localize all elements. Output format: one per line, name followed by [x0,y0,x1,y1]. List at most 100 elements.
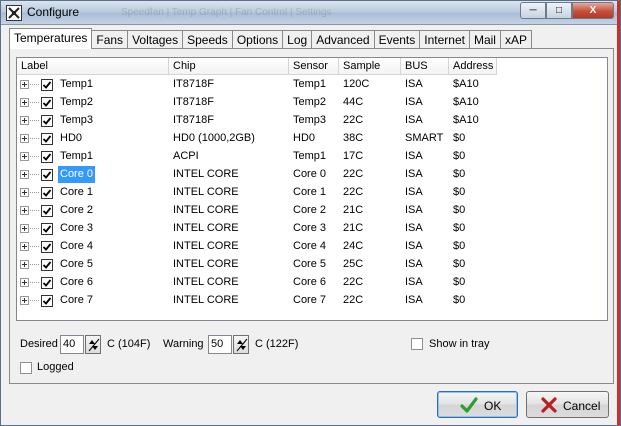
desired-spin-button[interactable] [85,335,101,354]
tab-internet[interactable]: Internet [419,30,470,49]
sensor-label: Temp2 [60,96,94,108]
expand-icon[interactable] [20,152,29,161]
expand-icon[interactable] [20,260,29,269]
column-header-sensor[interactable]: Sensor [289,58,339,75]
sensor-checkbox[interactable] [41,79,53,91]
sensor-cell: HD0 [293,132,316,144]
tab-speeds[interactable]: Speeds [182,30,233,49]
minimize-button[interactable]: ─ [520,2,546,19]
table-row[interactable]: Temp2 IT8718F Temp2 44C ISA $A10 [17,94,497,112]
sensor-checkbox[interactable] [41,169,53,181]
sensor-checkbox[interactable] [41,133,53,145]
sensor-checkbox[interactable] [41,277,53,289]
show-in-tray-label: Show in tray [429,338,490,350]
expand-icon[interactable] [20,242,29,251]
column-header-address[interactable]: Address [449,58,497,75]
table-row[interactable]: Temp3 IT8718F Temp3 22C ISA $A10 [17,112,497,130]
sensor-checkbox[interactable] [41,187,53,199]
table-row[interactable]: Temp1 ACPI Temp1 17C ISA $0 [17,148,497,166]
sensor-checkbox[interactable] [41,259,53,271]
address-cell: $0 [453,294,466,306]
cancel-button[interactable]: Cancel [526,391,609,418]
sensor-checkbox[interactable] [41,151,53,163]
bus-cell: ISA [405,78,423,90]
address-cell: $0 [453,240,466,252]
logged-label: Logged [37,361,74,373]
table-row[interactable]: Core 4 INTEL CORE Core 4 24C ISA $0 [17,238,497,256]
chip-cell: IT8718F [173,96,214,108]
sensor-checkbox[interactable] [41,97,53,109]
sensor-checkbox[interactable] [41,223,53,235]
table-row[interactable]: Core 0 INTEL CORE Core 0 22C ISA $0 [17,166,497,184]
warning-input[interactable]: 50 [208,335,232,354]
table-row[interactable]: Temp1 IT8718F Temp1 120C ISA $A10 [17,76,497,94]
table-row[interactable]: HD0 HD0 (1000,2GB) HD0 38C SMART $0 [17,130,497,148]
column-header-sample[interactable]: Sample [339,58,401,75]
sensor-cell: Core 5 [293,258,327,270]
close-button[interactable]: X [572,2,614,19]
expand-icon[interactable] [20,116,29,125]
checkmark-icon [42,279,52,287]
chip-cell: INTEL CORE [173,240,239,252]
expand-icon[interactable] [20,224,29,233]
tab-options[interactable]: Options [231,30,284,49]
expand-icon[interactable] [20,278,29,287]
table-row[interactable]: Core 6 INTEL CORE Core 6 22C ISA $0 [17,274,497,292]
sensor-checkbox[interactable] [41,115,53,127]
expand-icon[interactable] [20,188,29,197]
sensor-label: Core 2 [60,204,94,216]
tree-connector [30,210,39,211]
tab-events[interactable]: Events [373,30,421,49]
expand-icon[interactable] [20,80,29,89]
tab-log[interactable]: Log [282,30,313,49]
expand-icon[interactable] [20,98,29,107]
table-row[interactable]: Core 5 INTEL CORE Core 5 25C ISA $0 [17,256,497,274]
label-cell: HD0 [17,130,169,148]
checkmark-icon [42,207,52,215]
logged-checkbox[interactable] [20,362,32,374]
ok-button[interactable]: OK [437,391,518,418]
desired-input[interactable]: 40 [60,335,84,354]
sensor-checkbox[interactable] [41,205,53,217]
label-cell: Temp1 [17,76,169,94]
tab-xap[interactable]: xAP [499,30,532,49]
sensor-label: Temp1 [60,150,94,162]
column-header-bus[interactable]: BUS [401,58,449,75]
table-row[interactable]: Core 1 INTEL CORE Core 1 22C ISA $0 [17,184,497,202]
sample-cell: 24C [343,240,364,252]
expand-icon[interactable] [20,296,29,305]
checkmark-icon [42,117,52,125]
table-row[interactable]: Core 3 INTEL CORE Core 3 21C ISA $0 [17,220,497,238]
label-cell: Temp1 [17,148,169,166]
close-icon: X [589,5,597,16]
tab-mail[interactable]: Mail [468,30,501,49]
expand-icon[interactable] [20,206,29,215]
address-cell: $A10 [453,78,479,90]
tab-advanced[interactable]: Advanced [311,30,375,49]
sensor-list[interactable]: Label Chip Sensor Sample BUS Address Temp1 IT8… [16,57,608,321]
window-controls: ─ □ X [520,2,614,20]
column-header-label[interactable]: Label [17,58,169,75]
column-header-chip[interactable]: Chip [169,58,289,75]
maximize-button[interactable]: □ [546,2,572,19]
chip-cell: INTEL CORE [173,294,239,306]
bus-cell: ISA [405,240,423,252]
label-cell: Core 2 [17,202,169,220]
sample-cell: 22C [343,114,364,126]
table-row[interactable]: Core 7 INTEL CORE Core 7 22C ISA $0 [17,292,497,310]
app-icon [6,5,22,21]
expand-icon[interactable] [20,134,29,143]
table-row[interactable]: Core 2 INTEL CORE Core 2 21C ISA $0 [17,202,497,220]
expand-icon[interactable] [20,170,29,179]
title-bar[interactable]: Configure Speedfan | Temp Graph | Fan Co… [1,1,620,25]
sensor-cell: Core 3 [293,222,327,234]
warning-unit: C (122F) [255,338,299,350]
tab-temperatures[interactable]: Temperatures [9,28,93,49]
dialog-buttons: OK Cancel [9,389,614,421]
sensor-checkbox[interactable] [41,295,53,307]
tab-fans[interactable]: Fans [91,30,129,49]
show-in-tray-checkbox[interactable] [411,338,423,350]
warning-spin-button[interactable] [233,335,249,354]
sensor-checkbox[interactable] [41,241,53,253]
tab-voltages[interactable]: Voltages [127,30,184,49]
